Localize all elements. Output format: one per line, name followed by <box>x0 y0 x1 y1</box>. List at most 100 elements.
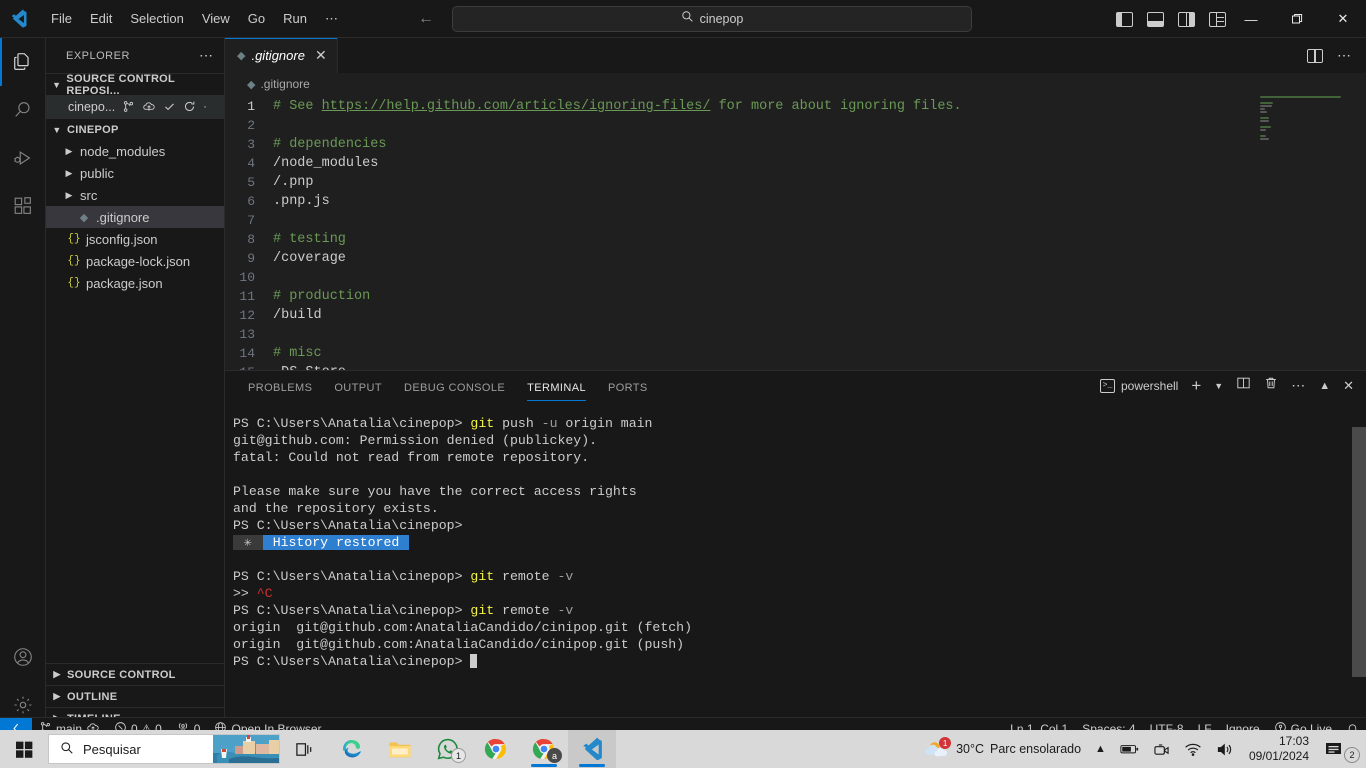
panel-more-actions-icon[interactable]: ⋯ <box>1291 377 1306 394</box>
tray-weather[interactable]: 1 30°C Parc ensolarado <box>918 730 1088 768</box>
panel-actions: >_ powershell + ▼ ⋯ ▲ ✕ <box>1099 376 1366 401</box>
tab-output[interactable]: OUTPUT <box>323 382 393 401</box>
sidebar-item-run-and-debug[interactable] <box>0 134 46 182</box>
terminal-line: origin git@github.com:AnataliaCandido/ci… <box>233 636 1366 653</box>
tray-camera-icon[interactable] <box>1146 730 1177 768</box>
split-editor-icon[interactable] <box>1307 48 1323 63</box>
taskbar-google-chrome-icon[interactable] <box>472 730 520 768</box>
taskbar-file-explorer-icon[interactable] <box>376 730 424 768</box>
chevron-down-icon: ▼ <box>52 79 62 90</box>
menu-run[interactable]: Run <box>274 7 316 31</box>
terminal-token: -v <box>557 569 574 584</box>
close-tab-icon[interactable]: ✕ <box>315 47 327 64</box>
file-tree: ▶ node_modules ▶ public ▶ src ◆ .gitigno… <box>46 140 224 294</box>
kill-terminal-trash-icon[interactable] <box>1264 376 1278 395</box>
breadcrumb[interactable]: ◆ .gitignore <box>225 73 1366 95</box>
terminal-output[interactable]: PS C:\Users\Anatalia\cinepop> git push -… <box>225 401 1366 729</box>
taskbar-whatsapp-icon[interactable]: 1 <box>424 730 472 768</box>
taskbar-google-chrome-profile-icon[interactable]: a <box>520 730 568 768</box>
toggle-primary-sidebar-icon[interactable] <box>1116 11 1133 27</box>
sidebar-item-search[interactable] <box>0 86 46 134</box>
taskbar-search-input[interactable]: Pesquisar <box>48 734 280 764</box>
tree-item-public[interactable]: ▶ public <box>46 162 224 184</box>
refresh-icon[interactable] <box>183 100 196 113</box>
terminal-selector[interactable]: >_ powershell <box>1099 378 1178 393</box>
sidebar-item-explorer[interactable] <box>0 38 46 86</box>
tray-notifications[interactable]: 2 <box>1317 730 1360 768</box>
menu-go[interactable]: Go <box>239 7 274 31</box>
code-line: 9/coverage <box>225 249 1366 268</box>
tab-problems[interactable]: PROBLEMS <box>237 382 323 401</box>
code-token[interactable]: https://help.github.com/articles/ignorin… <box>322 99 711 114</box>
section-source-control[interactable]: ▶ SOURCE CONTROL <box>46 663 224 685</box>
chrome-profile-badge: a <box>547 748 562 763</box>
menu-edit[interactable]: Edit <box>81 7 121 31</box>
windows-start-icon[interactable] <box>0 730 48 768</box>
sidebar-item-extensions[interactable] <box>0 182 46 230</box>
tree-item-node_modules[interactable]: ▶ node_modules <box>46 140 224 162</box>
repository-row-cinepop[interactable]: cinepo... · <box>46 95 224 118</box>
taskbar-task-view-icon[interactable] <box>280 730 328 768</box>
toggle-panel-icon[interactable] <box>1147 11 1164 27</box>
go-back-icon[interactable]: ← <box>417 10 435 28</box>
tray-battery-icon[interactable] <box>1113 730 1146 768</box>
maximize-panel-chevron-up-icon[interactable]: ▲ <box>1319 380 1330 392</box>
code-line: 12/build <box>225 306 1366 325</box>
terminal-token: fatal: Could not read from remote reposi… <box>233 450 590 465</box>
section-outline[interactable]: ▶ OUTLINE <box>46 685 224 707</box>
menu-file[interactable]: File <box>42 7 81 31</box>
tray-wifi-icon[interactable] <box>1177 730 1209 768</box>
explorer-more-actions-icon[interactable]: ⋯ <box>199 47 214 64</box>
customize-layout-icon[interactable] <box>1209 11 1226 27</box>
quick-search-input[interactable]: cinepop <box>452 6 972 32</box>
weather-badge: 1 <box>939 737 952 749</box>
tree-item-label: node_modules <box>80 143 166 159</box>
taskbar-microsoft-edge-icon[interactable] <box>328 730 376 768</box>
close-button[interactable]: ✕ <box>1320 0 1366 38</box>
line-number: 11 <box>239 289 255 304</box>
section-source-control-repositories[interactable]: ▼ SOURCE CONTROL REPOSI... <box>46 73 224 97</box>
tree-item-gitignore[interactable]: ◆ .gitignore <box>46 206 224 228</box>
tree-item-jsconfig-json[interactable]: {} jsconfig.json <box>46 228 224 250</box>
terminal-line: git@github.com: Permission denied (publi… <box>233 432 1366 449</box>
terminal-dropdown-chevron-icon[interactable]: ▼ <box>1214 381 1223 391</box>
line-number: 14 <box>239 346 255 361</box>
tree-item-package-json[interactable]: {} package.json <box>46 272 224 294</box>
line-number: 10 <box>239 270 255 285</box>
split-terminal-icon[interactable] <box>1236 376 1251 395</box>
menu-selection[interactable]: Selection <box>121 7 192 31</box>
taskbar-visual-studio-code-icon[interactable] <box>568 730 616 768</box>
minimap-line <box>1260 96 1341 98</box>
tray-show-hidden-icons-chevron[interactable]: ▲ <box>1088 730 1113 768</box>
editor-more-actions-icon[interactable]: ⋯ <box>1337 47 1352 64</box>
code-token: /coverage <box>273 251 346 266</box>
toggle-secondary-sidebar-icon[interactable] <box>1178 11 1195 27</box>
section-cinepop[interactable]: ▼ CINEPOP <box>46 118 224 140</box>
terminal-line: Please make sure you have the correct ac… <box>233 483 1366 500</box>
code-editor[interactable]: 1 # See https://help.github.com/articles/… <box>225 95 1366 382</box>
tab-terminal[interactable]: TERMINAL <box>516 382 597 401</box>
commit-check-icon[interactable] <box>163 100 176 113</box>
terminal-token: -u <box>541 416 558 431</box>
tray-volume-icon[interactable] <box>1209 730 1241 768</box>
search-icon <box>60 741 74 758</box>
tab-gitignore[interactable]: ◆ .gitignore ✕ <box>225 38 338 73</box>
menu-view[interactable]: View <box>193 7 239 31</box>
tree-item-src[interactable]: ▶ src <box>46 184 224 206</box>
menu-more[interactable]: ⋯ <box>316 7 347 31</box>
tab-ports[interactable]: PORTS <box>597 382 659 401</box>
publish-cloud-icon[interactable] <box>142 100 156 113</box>
branch-icon[interactable] <box>122 100 135 113</box>
tray-clock[interactable]: 17:03 09/01/2024 <box>1241 734 1317 764</box>
new-terminal-icon[interactable]: + <box>1191 377 1201 394</box>
accounts-icon[interactable] <box>0 633 46 681</box>
scrollbar-thumb[interactable] <box>1352 427 1366 677</box>
repository-more-icon[interactable]: · <box>203 101 207 113</box>
tree-item-package-lock-json[interactable]: {} package-lock.json <box>46 250 224 272</box>
close-panel-icon[interactable]: ✕ <box>1343 378 1354 394</box>
editor-minimap[interactable] <box>1260 96 1352 154</box>
tab-debug-console[interactable]: DEBUG CONSOLE <box>393 382 516 401</box>
maximize-button[interactable] <box>1274 0 1320 38</box>
minimize-button[interactable]: — <box>1228 0 1274 38</box>
terminal-scrollbar[interactable] <box>1352 407 1366 729</box>
